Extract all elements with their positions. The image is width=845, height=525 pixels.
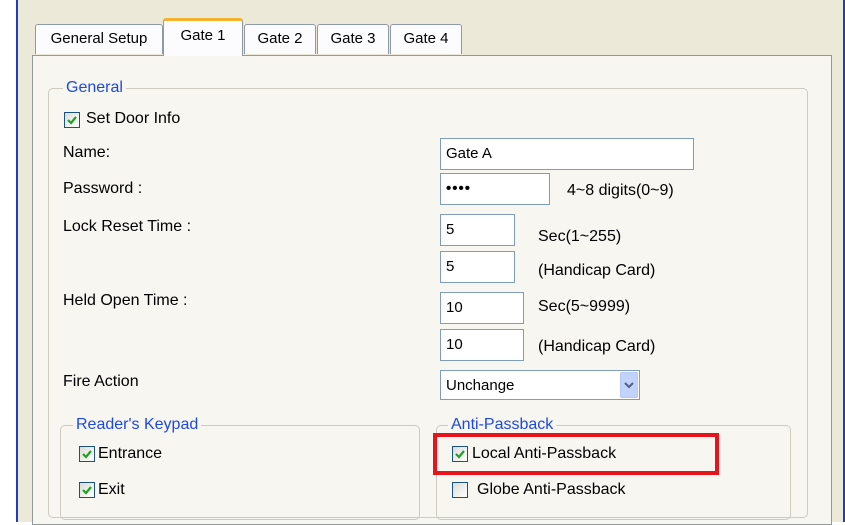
lock-reset-time-input[interactable]: 5 (440, 214, 515, 246)
fire-action-select[interactable]: Unchange (440, 370, 640, 400)
name-label: Name: (63, 144, 111, 161)
name-input[interactable]: Gate A (440, 138, 694, 170)
held-open-handicap-input[interactable]: 10 (440, 329, 524, 361)
exit-checkbox[interactable] (79, 482, 95, 498)
held-open-handicap-label: (Handicap Card) (538, 338, 656, 355)
held-open-time-input[interactable]: 10 (440, 292, 524, 324)
lock-reset-time-unit: Sec(1~255) (538, 228, 622, 245)
tab-gate-3[interactable]: Gate 3 (317, 24, 389, 54)
check-icon (67, 116, 77, 125)
fire-action-value: Unchange (446, 377, 515, 394)
set-door-info-label: Set Door Info (86, 110, 181, 127)
tab-general-setup[interactable]: General Setup (35, 24, 163, 54)
globe-anti-passback-checkbox[interactable] (452, 482, 468, 498)
entrance-label: Entrance (98, 445, 163, 462)
held-open-time-unit: Sec(5~9999) (538, 298, 631, 315)
entrance-checkbox[interactable] (79, 446, 95, 462)
readers-keypad-groupbox (60, 425, 420, 520)
password-input[interactable]: •••• (440, 173, 550, 205)
check-icon (82, 486, 92, 495)
tab-gate-1[interactable]: Gate 1 (163, 18, 243, 56)
fire-action-dropdown-button[interactable] (620, 372, 638, 398)
lock-reset-handicap-label: (Handicap Card) (538, 262, 656, 279)
anti-passback-legend: Anti-Passback (448, 416, 557, 434)
lock-reset-time-label: Lock Reset Time : (63, 218, 192, 235)
highlight-box (433, 433, 719, 475)
password-label: Password : (63, 180, 143, 197)
chevron-down-icon (624, 382, 634, 389)
exit-label: Exit (98, 481, 125, 498)
password-hint: 4~8 digits(0~9) (567, 182, 674, 199)
fire-action-label: Fire Action (63, 373, 139, 390)
check-icon (82, 450, 92, 459)
readers-keypad-legend: Reader's Keypad (73, 416, 202, 434)
set-door-info-checkbox[interactable] (64, 112, 80, 128)
tab-gate-2[interactable]: Gate 2 (244, 24, 316, 54)
globe-anti-passback-label: Globe Anti-Passback (477, 481, 626, 498)
held-open-time-label: Held Open Time : (63, 292, 188, 309)
tab-gate-4[interactable]: Gate 4 (390, 24, 462, 54)
lock-reset-handicap-input[interactable]: 5 (440, 251, 515, 283)
general-legend: General (63, 79, 126, 97)
